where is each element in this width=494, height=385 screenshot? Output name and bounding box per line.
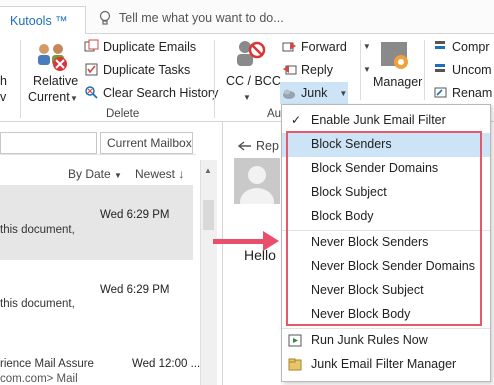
forward-button[interactable]: Forward ▼ [282, 39, 371, 54]
mail-date: Wed 6:29 PM [100, 284, 170, 296]
forward-icon [282, 42, 296, 52]
reply-arrow-icon [238, 141, 251, 151]
uncompress-icon [435, 64, 445, 72]
duplicate-emails-button[interactable]: Duplicate Emails [84, 39, 196, 54]
partial-button-label-2[interactable]: v [0, 90, 6, 104]
reply-action[interactable]: Rep [238, 139, 279, 153]
rename-icon [434, 87, 447, 98]
compress-button[interactable]: Compr [433, 39, 490, 54]
ribbon-separator [360, 40, 361, 100]
chevron-down-icon[interactable]: ▼ [363, 65, 371, 74]
ribbon-separator [424, 40, 425, 100]
avatar [234, 158, 280, 204]
rename-button[interactable]: Renam [433, 85, 492, 100]
reply-action-label: Rep [256, 139, 279, 153]
scrollbar-thumb[interactable] [203, 200, 214, 230]
relative-current-icon [38, 44, 67, 71]
mail-snippet: this document, [0, 298, 75, 310]
lightbulb-icon [99, 10, 111, 25]
mailbox-scope-select[interactable]: Current Mailbox [100, 132, 193, 154]
menu-item-enable-junk-filter[interactable]: ✓ Enable Junk Email Filter [282, 109, 490, 133]
run-rules-icon [288, 334, 302, 347]
reply-label: Reply [301, 62, 333, 77]
magnifier-clear-icon [85, 86, 98, 99]
duplicate-tasks-button[interactable]: Duplicate Tasks [84, 62, 190, 77]
duplicate-emails-icon [84, 39, 99, 52]
mail-date: Wed 12:00 ... [132, 358, 201, 370]
chevron-down-icon: ▼ [114, 171, 122, 180]
cc-bcc-label[interactable]: CC / BCC [226, 74, 281, 88]
ribbon-separator [214, 40, 215, 118]
mail-subject: rience Mail Assure [0, 358, 94, 370]
delete-group-label: Delete [106, 108, 140, 120]
clear-search-history-button[interactable]: Clear Search History [84, 85, 218, 100]
mail-item-selected[interactable] [0, 185, 193, 260]
chevron-down-icon[interactable]: ▼ [243, 93, 251, 102]
divider [0, 154, 196, 155]
sort-by-button[interactable]: By Date ▼ [68, 167, 122, 181]
mailbox-scope-value: Current Mailbox [107, 136, 192, 150]
menu-item-run-junk-rules[interactable]: Run Junk Rules Now [282, 329, 490, 353]
filter-manager-icon [288, 358, 302, 371]
junk-label: Junk [301, 86, 328, 100]
sort-order-label: Newest [135, 167, 176, 181]
reply-button[interactable]: Reply ▼ [282, 62, 371, 77]
annotation-highlight-box [286, 131, 482, 326]
checkmark-icon: ✓ [291, 113, 302, 127]
junk-button[interactable]: Junk ▼ [280, 82, 348, 104]
compress-label: Compr [452, 39, 490, 54]
annotation-arrow-head [263, 231, 279, 251]
junk-icon [283, 89, 295, 99]
tab-kutools[interactable]: Kutools ™ [0, 6, 86, 35]
chevron-down-icon[interactable]: ▼ [339, 89, 347, 98]
duplicate-tasks-icon [85, 63, 98, 76]
duplicate-emails-label: Duplicate Emails [103, 39, 197, 54]
cc-bcc-icon [237, 41, 266, 66]
compress-icon [435, 41, 445, 49]
menu-item-label: Junk Email Filter Manager [311, 357, 457, 371]
tell-me-search[interactable]: Tell me what you want to do... [119, 11, 284, 25]
chevron-down-icon[interactable]: ▼ [363, 42, 371, 51]
forward-label: Forward [301, 39, 347, 54]
relative-current-label-2[interactable]: Current [28, 90, 70, 104]
mail-list-scrollbar[interactable] [200, 160, 217, 385]
uncompress-label: Uncom [452, 62, 492, 77]
clear-search-history-label: Clear Search History [103, 85, 219, 100]
reply-icon [283, 65, 297, 75]
manager-icon [381, 42, 408, 69]
scroll-up-arrow-icon[interactable]: ▲ [204, 166, 212, 175]
manager-label[interactable]: Manager [373, 75, 422, 89]
menu-item-label: Enable Junk Email Filter [311, 113, 446, 127]
mail-date: Wed 6:29 PM [100, 209, 170, 221]
menu-item-junk-filter-manager[interactable]: Junk Email Filter Manager [282, 353, 490, 377]
relative-current-label[interactable]: Relative [33, 74, 78, 88]
mail-snippet: this document, [0, 224, 75, 236]
sort-order-button[interactable]: Newest ↓ [135, 167, 184, 181]
search-input[interactable] [0, 132, 97, 154]
partial-button-label[interactable]: h [0, 74, 7, 88]
arrow-down-icon: ↓ [178, 167, 185, 181]
rename-label: Renam [452, 85, 493, 100]
au-group-label: Au [267, 108, 282, 120]
menu-item-label: Run Junk Rules Now [311, 333, 428, 347]
ribbon-separator [20, 40, 21, 118]
sort-by-label: By Date [68, 167, 111, 181]
uncompress-button[interactable]: Uncom [433, 62, 492, 77]
mail-snippet: com.com> Mail [0, 373, 78, 385]
chevron-down-icon[interactable]: ▼ [70, 94, 78, 103]
duplicate-tasks-label: Duplicate Tasks [103, 62, 191, 77]
person-silhouette-icon [240, 166, 274, 204]
